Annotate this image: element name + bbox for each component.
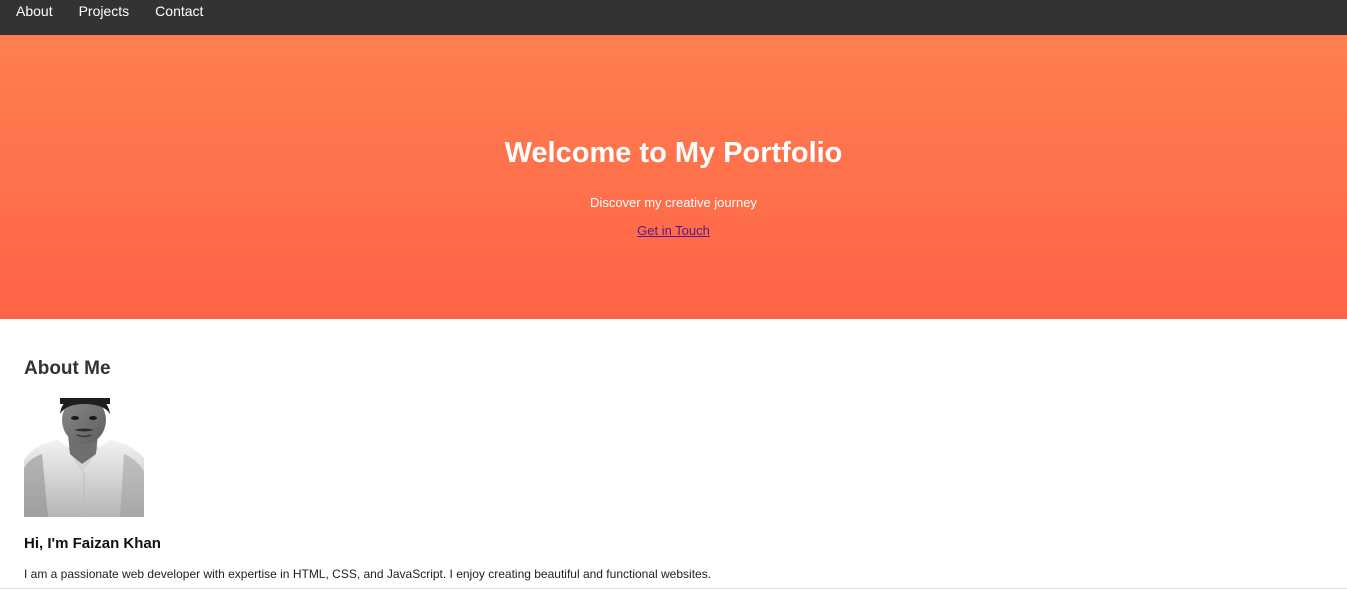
nav-link-contact[interactable]: Contact <box>145 0 213 18</box>
hero-subtitle: Discover my creative journey <box>590 195 757 210</box>
nav-item-about: About <box>0 0 63 18</box>
nav-list: About Projects Contact <box>0 0 1347 18</box>
nav-link-projects[interactable]: Projects <box>69 0 140 18</box>
nav-link-about[interactable]: About <box>6 0 63 18</box>
get-in-touch-link[interactable]: Get in Touch <box>637 223 710 238</box>
nav-item-contact: Contact <box>139 0 213 18</box>
about-section: About Me Hi, I'm Faizan Khan I am a pass… <box>0 319 1347 589</box>
hero-cta-wrapper: Get in Touch <box>0 223 1347 238</box>
nav-item-projects: Projects <box>63 0 140 18</box>
profile-photo <box>24 398 144 517</box>
about-heading: About Me <box>24 358 111 379</box>
profile-photo-graphic <box>24 398 144 517</box>
hero-banner: Welcome to My Portfolio Discover my crea… <box>0 35 1347 319</box>
about-name-heading: Hi, I'm Faizan Khan <box>24 535 161 552</box>
top-navbar: About Projects Contact <box>0 0 1347 35</box>
about-description: I am a passionate web developer with exp… <box>24 567 712 581</box>
hero-title: Welcome to My Portfolio <box>504 137 843 169</box>
